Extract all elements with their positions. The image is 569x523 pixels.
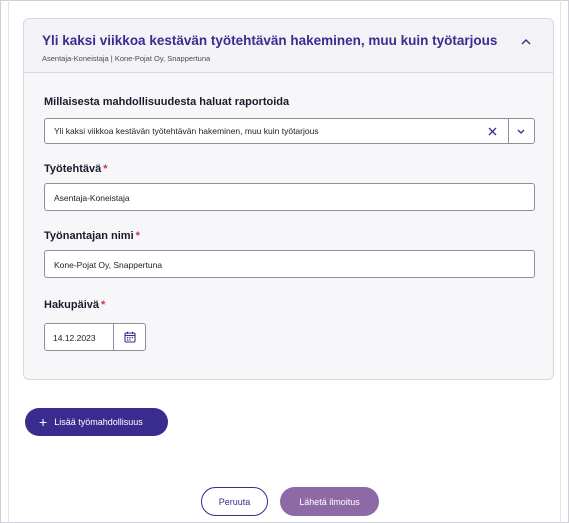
- employer-value: Kone-Pojat Oy, Snappertuna: [54, 260, 163, 270]
- employer-label: Työnantajan nimi *: [44, 230, 140, 242]
- required-mark: *: [101, 299, 106, 311]
- submit-report-button[interactable]: Lähetä ilmoitus: [280, 487, 379, 516]
- opportunity-type-value: Yli kaksi viikkoa kestävän työtehtävän h…: [54, 126, 319, 136]
- frame-left-rule: [8, 0, 9, 523]
- chevron-up-icon: [521, 39, 531, 45]
- employer-label-text: Työnantajan nimi: [44, 230, 134, 242]
- clear-selection-button[interactable]: [484, 123, 500, 139]
- collapse-button[interactable]: [517, 33, 535, 51]
- open-calendar-button[interactable]: [115, 324, 145, 350]
- add-opportunity-label: Lisää työmahdollisuus: [54, 417, 143, 427]
- card-title: Yli kaksi viikkoa kestävän työtehtävän h…: [42, 33, 498, 48]
- frame-right-rule: [560, 0, 561, 523]
- employer-input[interactable]: Kone-Pojat Oy, Snappertuna: [44, 250, 535, 278]
- card-header[interactable]: Yli kaksi viikkoa kestävän työtehtävän h…: [24, 19, 553, 73]
- application-date-value: 14.12.2023: [53, 333, 96, 343]
- job-title-value: Asentaja-Koneistaja: [54, 193, 130, 203]
- chevron-down-icon: [517, 129, 525, 134]
- job-title-label: Työtehtävä *: [44, 163, 108, 175]
- card-subtitle: Asentaja-Koneistaja | Kone-Pojat Oy, Sna…: [42, 54, 211, 63]
- opportunity-card: Yli kaksi viikkoa kestävän työtehtävän h…: [23, 18, 554, 380]
- job-title-label-text: Työtehtävä: [44, 163, 102, 175]
- cancel-button[interactable]: Peruuta: [201, 487, 268, 516]
- application-date-label: Hakupäivä *: [44, 299, 105, 311]
- date-divider: [113, 324, 114, 350]
- calendar-icon: [124, 331, 136, 343]
- select-divider: [508, 119, 509, 143]
- application-date-label-text: Hakupäivä: [44, 299, 100, 311]
- application-date-input[interactable]: 14.12.2023: [44, 323, 146, 351]
- plus-icon: +: [39, 414, 48, 430]
- close-icon: [488, 127, 496, 135]
- required-mark: *: [135, 230, 140, 242]
- add-opportunity-button[interactable]: + Lisää työmahdollisuus: [25, 408, 168, 436]
- job-title-input[interactable]: Asentaja-Koneistaja: [44, 183, 535, 211]
- opportunity-type-label: Millaisesta mahdollisuudesta haluat rapo…: [44, 96, 290, 108]
- opportunity-type-select[interactable]: Yli kaksi viikkoa kestävän työtehtävän h…: [44, 118, 535, 144]
- open-dropdown-button[interactable]: [513, 123, 529, 139]
- required-mark: *: [103, 163, 108, 175]
